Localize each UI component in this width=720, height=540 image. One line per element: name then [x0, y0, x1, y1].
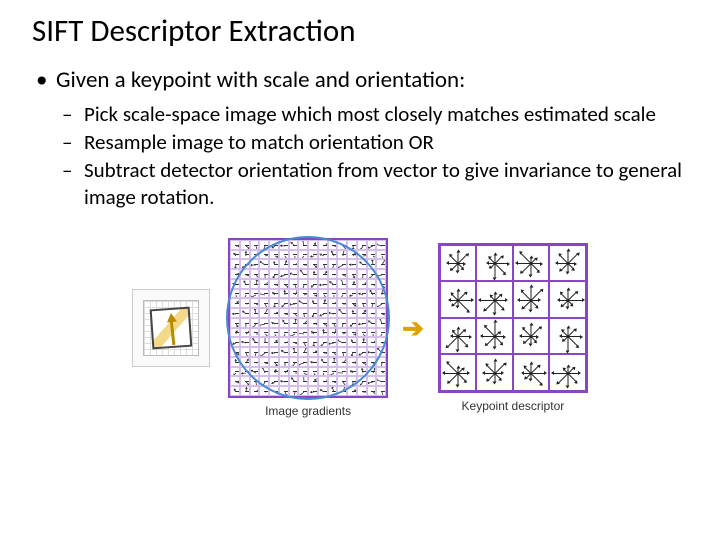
patch-figure — [132, 289, 210, 367]
gradients-caption: Image gradients — [265, 404, 351, 418]
arrow-right-icon: ➔ — [402, 312, 424, 344]
descriptor-caption: Keypoint descriptor — [462, 399, 565, 413]
descriptor-grid — [438, 243, 588, 393]
figure-row: Image gradients ➔ Keypoint descriptor — [28, 238, 692, 418]
bullet-text: Given a keypoint with scale and orientat… — [56, 66, 465, 94]
sub-bullet-list: Pick scale-space image which most closel… — [56, 101, 692, 210]
patch-outer-grid — [132, 289, 210, 367]
patch-grid — [143, 300, 199, 356]
sub-bullet-item: Subtract detector orientation from vecto… — [84, 157, 692, 210]
bullet-list: Given a keypoint with scale and orientat… — [28, 66, 692, 210]
slide-title: SIFT Descriptor Extraction — [32, 12, 692, 50]
gradients-grid — [228, 238, 388, 398]
sub-bullet-item: Pick scale-space image which most closel… — [84, 101, 692, 127]
slide: SIFT Descriptor Extraction Given a keypo… — [0, 0, 720, 430]
sub-bullet-item: Resample image to match orientation OR — [84, 129, 692, 155]
gradients-wrap — [228, 238, 388, 398]
descriptor-figure: Keypoint descriptor — [438, 243, 588, 413]
gradients-figure: Image gradients — [228, 238, 388, 418]
bullet-item: Given a keypoint with scale and orientat… — [56, 66, 692, 210]
